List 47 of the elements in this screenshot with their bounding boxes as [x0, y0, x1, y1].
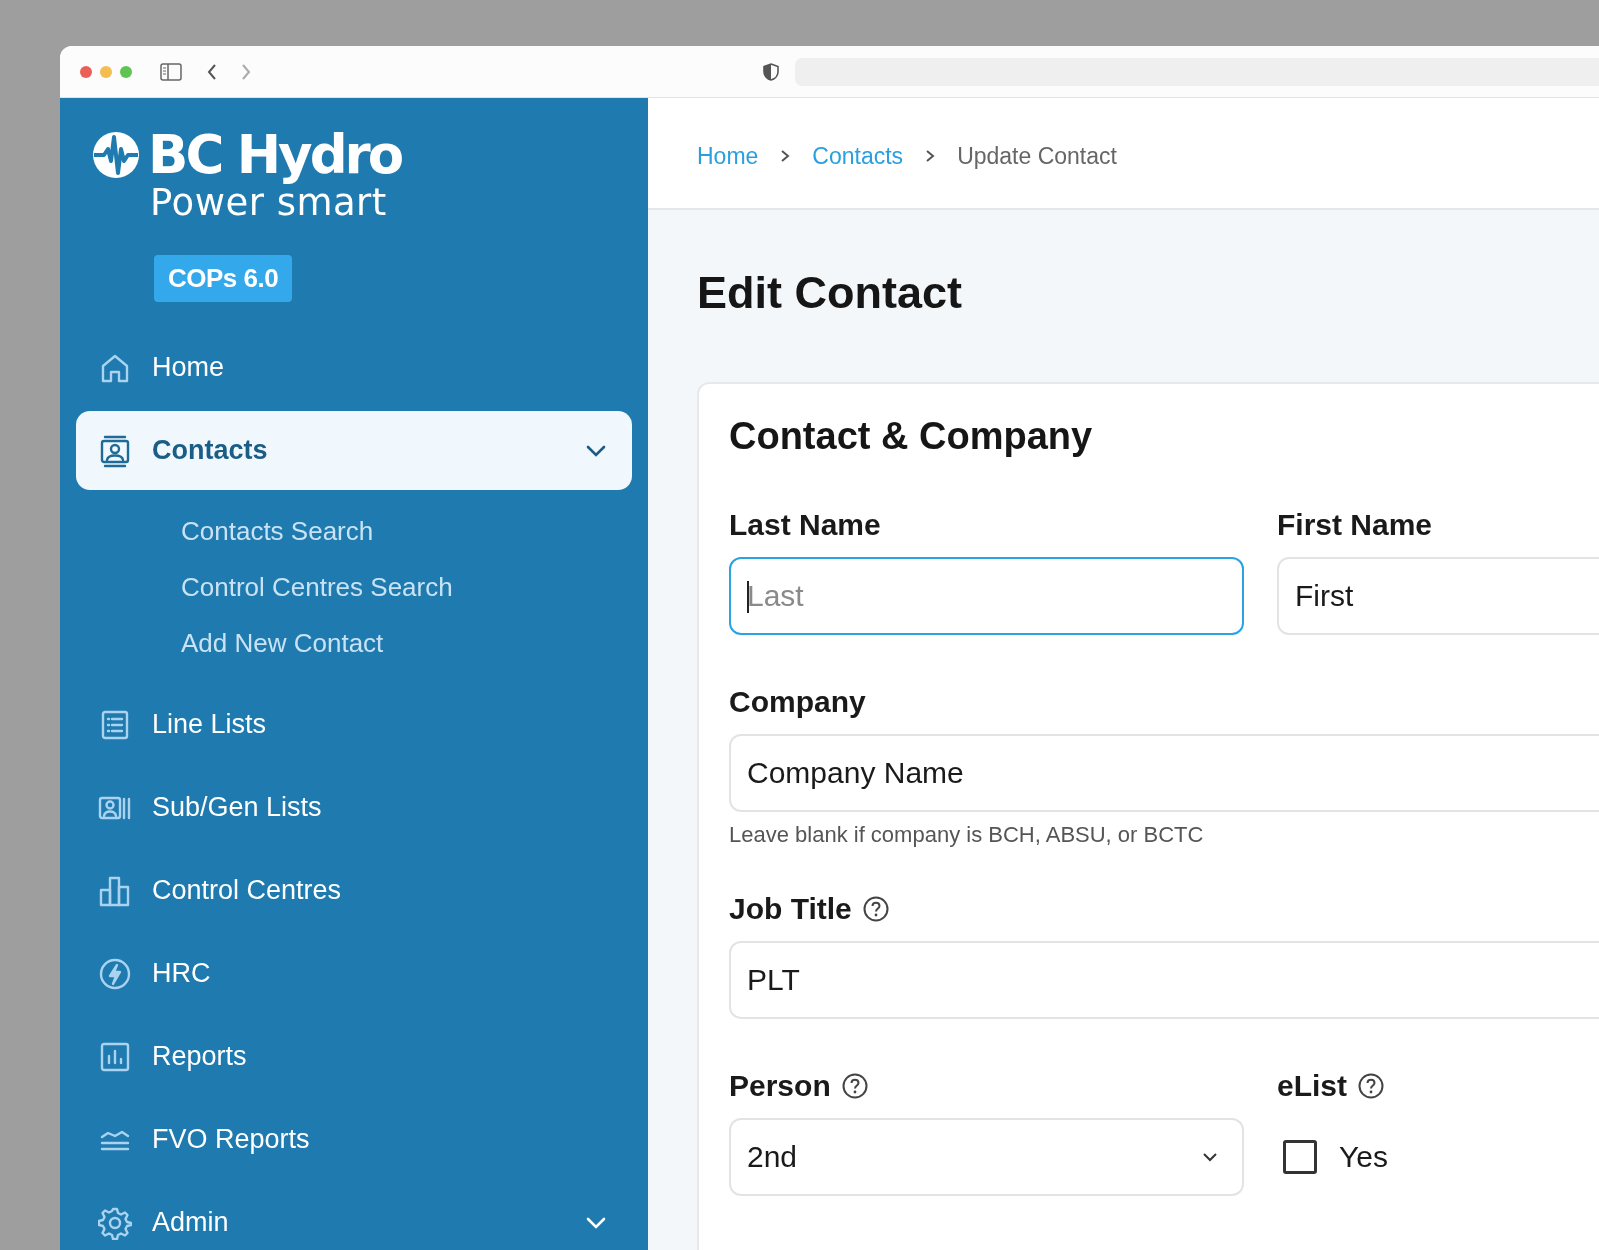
- chevron-right-icon: [780, 149, 791, 163]
- chevron-down-icon: [1202, 1152, 1218, 1163]
- nav-item[interactable]: Home: [76, 328, 632, 408]
- help-icon[interactable]: [840, 1072, 869, 1101]
- help-icon[interactable]: [1357, 1072, 1386, 1101]
- field-label: First Name: [1277, 508, 1433, 543]
- settings-icon: [98, 1205, 132, 1240]
- logo-icon: [92, 130, 140, 179]
- submenu-item[interactable]: Add New Contact: [181, 615, 384, 672]
- page-title: Edit Contact: [697, 266, 963, 320]
- version-badge: COPs 6.0: [154, 255, 293, 303]
- back-icon[interactable]: [206, 62, 218, 81]
- chevron-right-icon: [925, 149, 936, 163]
- checkbox[interactable]: [1283, 1140, 1317, 1175]
- lightning-icon: [98, 956, 132, 991]
- section-title: Contact & Company: [729, 414, 1094, 459]
- nav-item[interactable]: HRC: [76, 934, 632, 1014]
- field-label: Job Title: [729, 892, 852, 927]
- breadcrumb-link[interactable]: Contacts: [812, 142, 904, 170]
- field-label: eList: [1277, 1069, 1348, 1104]
- text-field[interactable]: Last: [729, 557, 1244, 636]
- nav-item[interactable]: FVO Reports: [76, 1100, 632, 1180]
- contact-card-icon: [98, 433, 132, 468]
- sidebar-toggle-icon[interactable]: [160, 62, 182, 81]
- field-hint: Leave blank if company is BCH, ABSU, or BCTC: [729, 822, 1205, 849]
- field-label: Last Name: [729, 508, 881, 543]
- nav-item[interactable]: Reports: [76, 1017, 632, 1097]
- nav-item[interactable]: Admin: [76, 1183, 632, 1250]
- text-field[interactable]: Company Name: [729, 734, 1599, 813]
- text-field[interactable]: First: [1277, 557, 1599, 636]
- submenu-item[interactable]: Contacts Search: [181, 503, 374, 560]
- breadcrumb-link[interactable]: Home: [697, 142, 759, 170]
- nav-item[interactable]: Contacts: [76, 411, 632, 491]
- submenu-item[interactable]: Control Centres Search: [181, 559, 453, 616]
- breadcrumb-current: Update Contact: [957, 142, 1117, 170]
- help-icon[interactable]: [861, 895, 890, 924]
- nav-item[interactable]: Line Lists: [76, 685, 632, 765]
- checkbox-label: Yes: [1339, 1140, 1388, 1175]
- close-button[interactable]: [80, 65, 92, 78]
- text-field[interactable]: PLT: [729, 941, 1599, 1020]
- nav-item[interactable]: Sub/Gen Lists: [76, 768, 632, 848]
- shield-icon: [763, 62, 779, 81]
- field-label: Person: [729, 1069, 831, 1104]
- nav-item[interactable]: Control Centres: [76, 851, 632, 931]
- chevron-down-icon[interactable]: [586, 444, 606, 457]
- field-label: Company: [729, 685, 866, 720]
- select-field[interactable]: 2nd: [729, 1118, 1244, 1197]
